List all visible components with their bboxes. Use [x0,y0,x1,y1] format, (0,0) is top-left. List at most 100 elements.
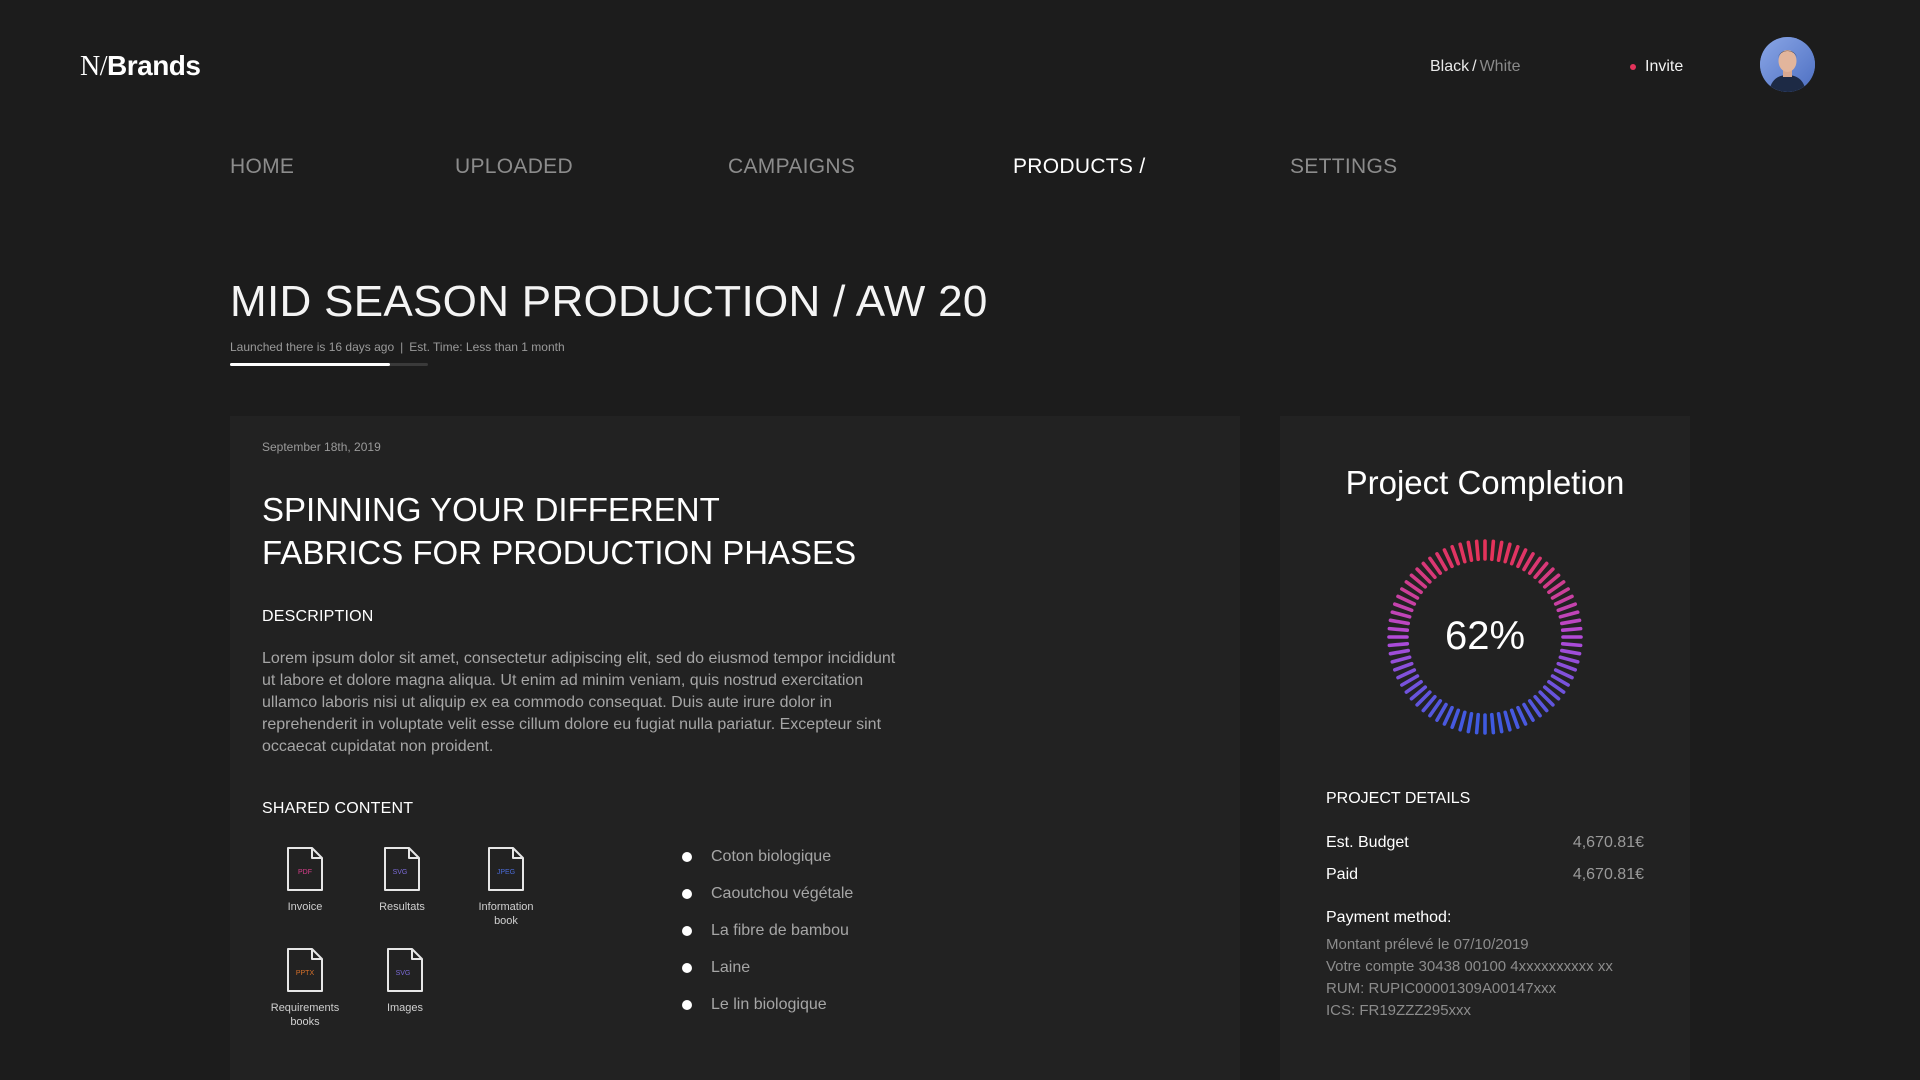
donut-tick [1560,626,1583,633]
donut-tick [1509,544,1520,566]
donut-tick [1556,602,1578,613]
donut-tick [1550,674,1570,687]
invite-dot-icon [1630,64,1636,70]
payment-line: ICS: FR19ZZZ295xxx [1326,1002,1472,1019]
pdf-file-icon: PDF [287,847,323,891]
file-ext-label: PDF [298,869,312,876]
file-information-book[interactable]: JPEG Information book [451,846,561,928]
file-requirements-books[interactable]: PPTX Requirements books [250,947,360,1029]
theme-black-option[interactable]: Black [1430,58,1469,75]
file-ext-label: SVG [396,970,411,977]
payment-line: RUM: RUPIC00001309A00147xxx [1326,980,1557,997]
logo-name: Brands [107,50,201,81]
file-ext-label: JPEG [497,869,515,876]
bullet-icon [682,963,692,973]
donut-tick [1450,544,1461,566]
svg-file-icon: SVG [387,948,423,992]
file-ext-label: PPTX [296,970,315,977]
file-images[interactable]: SVG Images [350,947,460,1015]
pptx-file-icon: PPTX [287,948,323,992]
donut-tick [1558,610,1580,619]
user-avatar[interactable] [1760,37,1815,92]
donut-tick [1556,661,1578,672]
donut-tick [1560,648,1582,656]
bullet-icon [682,889,692,899]
logo-prefix: N/ [80,51,108,82]
bullet-icon [682,852,692,862]
nav-uploaded[interactable]: UPLOADED [455,155,573,179]
donut-tick [1458,710,1467,732]
nav-products[interactable]: PRODUCTS / [1013,155,1146,179]
donut-tick [1553,594,1574,606]
donut-tick [1516,548,1528,569]
file-invoice[interactable]: PDF Invoice [250,846,360,914]
theme-white-option[interactable]: White [1480,58,1521,75]
donut-tick [1522,702,1535,722]
completion-percent-label: 62% [1445,614,1525,658]
budget-value: 4,670.81€ [1572,834,1644,851]
list-item: Laine [682,959,853,996]
materials-list: Coton biologique Caoutchou végétale La f… [682,848,853,1033]
payment-line: Votre compte 30438 00100 4xxxxxxxxxx xx [1326,958,1613,975]
file-name: Requirements books [270,1002,340,1028]
main-nav: HOME UPLOADED CAMPAIGNS PRODUCTS / SETTI… [230,155,1530,185]
donut-tick [1503,710,1512,732]
shared-content-label: SHARED CONTENT [262,800,414,817]
list-item: Le lin biologique [682,996,853,1033]
card-headline: SPINNING YOUR DIFFERENT FABRICS FOR PROD… [262,488,962,574]
jpeg-file-icon: JPEG [488,847,524,891]
theme-separator: / [1472,58,1477,75]
donut-tick [1450,708,1461,730]
launched-text: Launched there is 16 days ago [230,340,395,354]
donut-tick [1442,705,1454,726]
donut-tick [1560,618,1582,626]
donut-tick [1550,587,1570,600]
brand-logo[interactable]: N/Brands [80,50,201,83]
theme-toggle[interactable]: Black / White [1430,58,1520,76]
description-label: DESCRIPTION [262,608,374,625]
production-card: September 18th, 2019 SPINNING YOUR DIFFE… [230,416,1240,1080]
donut-tick [1392,602,1414,613]
invite-button[interactable]: Invite [1630,58,1683,76]
headline-line-2: FABRICS FOR PRODUCTION PHASES [262,534,857,571]
donut-tick [1390,610,1412,619]
donut-tick [1489,539,1496,562]
budget-row: Est. Budget 4,670.81€ [1326,834,1644,852]
donut-tick [1558,655,1580,664]
headline-line-1: SPINNING YOUR DIFFERENT [262,491,720,528]
nav-campaigns[interactable]: CAMPAIGNS [728,155,855,179]
donut-tick [1392,661,1414,672]
timeline-progress-fill [230,363,391,366]
donut-tick [1516,705,1528,726]
bullet-icon [682,926,692,936]
file-resultats[interactable]: SVG Resultats [347,846,457,914]
invite-label: Invite [1645,58,1684,75]
page-subtitle: Launched there is 16 days ago | Est. Time:… [230,340,565,354]
donut-tick [1553,668,1574,680]
nav-home[interactable]: HOME [230,155,294,179]
donut-tick [1396,594,1417,606]
donut-tick [1396,668,1417,680]
page-title: MID SEASON PRODUCTION / AW 20 [230,277,988,326]
payment-method-details: Montant prélevé le 07/10/2019 Votre comp… [1326,934,1613,1022]
nav-settings[interactable]: SETTINGS [1290,155,1397,179]
file-name: Information book [478,901,534,927]
budget-label: Est. Budget [1326,834,1409,851]
donut-tick [1400,674,1420,687]
donut-tick [1388,618,1410,626]
donut-tick [1387,641,1410,648]
donut-tick [1489,712,1496,735]
donut-tick [1466,712,1474,734]
donut-tick [1560,641,1583,648]
est-time-text: Est. Time: Less than 1 month [409,340,565,354]
donut-tick [1496,712,1504,734]
list-item: La fibre de bambou [682,922,853,959]
list-item: Coton biologique [682,848,853,885]
donut-tick [1509,708,1520,730]
project-details-label: PROJECT DETAILS [1326,790,1471,807]
project-completion-card: Project Completion 62% PROJECT DETAILS E… [1280,416,1690,1080]
donut-tick [1458,542,1467,564]
paid-row: Paid 4,670.81€ [1326,866,1644,884]
avatar-portrait-icon [1760,37,1815,92]
completion-title: Project Completion [1345,464,1625,501]
